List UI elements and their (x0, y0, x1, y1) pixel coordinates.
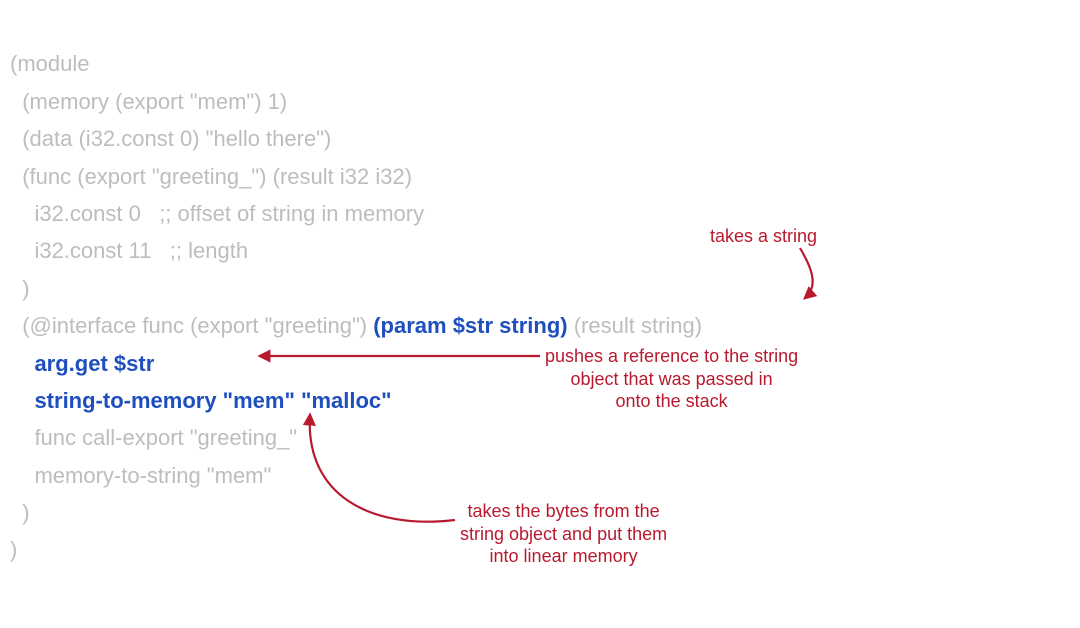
code-line: (data (i32.const 0) "hello there") (10, 126, 331, 151)
code-line: ) (10, 500, 30, 525)
code-line-prefix: (@interface func (export "greeting") (10, 313, 373, 338)
annotation-pushes-reference: pushes a reference to the string object … (545, 345, 798, 413)
code-line: ) (10, 537, 17, 562)
annotation-takes-string: takes a string (710, 225, 817, 248)
code-line-suffix: (result string) (568, 313, 702, 338)
arrow-takes-string (800, 248, 813, 298)
code-line: (module (10, 51, 89, 76)
code-line: i32.const 0 ;; offset of string in memor… (10, 201, 424, 226)
code-line: func call-export "greeting_" (10, 425, 297, 450)
code-line: (func (export "greeting_") (result i32 i… (10, 164, 412, 189)
annotation-takes-bytes: takes the bytes from the string object a… (460, 500, 667, 568)
code-highlight-stm: string-to-memory "mem" "malloc" (10, 388, 392, 413)
code-highlight-param: (param $str string) (373, 313, 567, 338)
code-block: (module (memory (export "mem") 1) (data … (10, 8, 702, 569)
code-line: memory-to-string "mem" (10, 463, 271, 488)
code-line: i32.const 11 ;; length (10, 238, 248, 263)
code-highlight-arg: arg.get $str (10, 351, 154, 376)
code-line: (memory (export "mem") 1) (10, 89, 287, 114)
code-line: ) (10, 276, 30, 301)
